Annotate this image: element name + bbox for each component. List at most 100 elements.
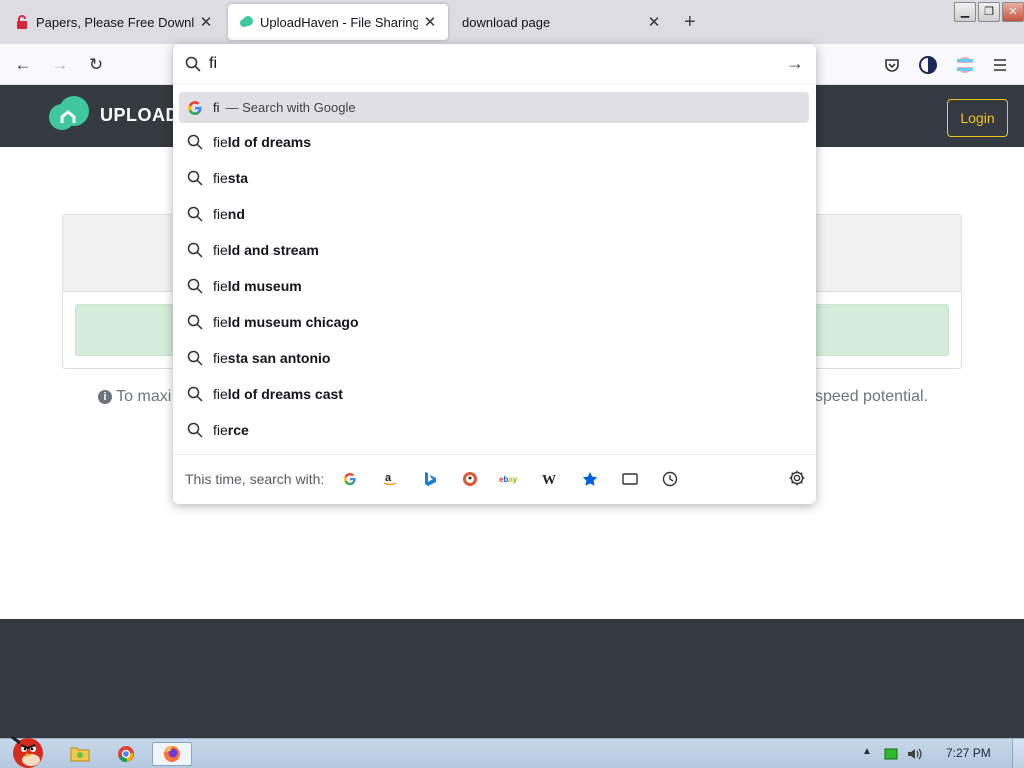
- tab-title: download page: [462, 14, 551, 30]
- ebay-icon[interactable]: ebay: [498, 467, 522, 491]
- menu-icon[interactable]: [992, 57, 1008, 73]
- engines-label: This time, search with:: [185, 470, 325, 487]
- chrome-icon: [118, 746, 134, 763]
- search-suggestion[interactable]: fie ld of dreams: [179, 126, 809, 158]
- search-suggestion[interactable]: fie ld and stream: [179, 234, 809, 266]
- go-button[interactable]: →: [786, 53, 804, 74]
- folder-icon: [70, 747, 90, 762]
- google-icon: [188, 100, 202, 115]
- search-icon: [187, 170, 203, 186]
- bing-icon[interactable]: [418, 467, 442, 491]
- wikipedia-icon[interactable]: W: [538, 467, 562, 491]
- search-suggestion[interactable]: fie ld museum chicago: [179, 306, 809, 338]
- address-input[interactable]: [209, 53, 769, 75]
- taskbar-clock[interactable]: 7:27 PM: [946, 746, 991, 760]
- show-desktop-button[interactable]: [1012, 739, 1024, 768]
- suggestion-completion: sta: [227, 170, 249, 186]
- suggestion-prefix: fie: [213, 206, 228, 222]
- account-avatar-icon[interactable]: [955, 55, 975, 75]
- suggestion-completion: ld of dreams: [227, 134, 312, 150]
- one-off-search-engines: This time, search with: a ebay W: [173, 454, 816, 502]
- search-icon: [187, 278, 203, 294]
- suggestion-prefix: fie: [213, 314, 228, 330]
- suggestion-prefix: fie: [213, 242, 228, 258]
- suggestion-prefix: fie: [213, 350, 228, 366]
- search-icon: [187, 242, 203, 258]
- tab-strip: Papers, Please Free Download ( ✕ UploadH…: [0, 0, 1024, 44]
- new-tab-button[interactable]: +: [684, 11, 696, 34]
- search-suggestion[interactable]: fie sta: [179, 162, 809, 194]
- close-tab-button[interactable]: ✕: [198, 13, 214, 31]
- chrome-button[interactable]: [106, 742, 146, 766]
- suggestion-action: — Search with Google: [225, 100, 356, 115]
- search-icon: [187, 314, 203, 330]
- logo-text: UPLOAD: [100, 104, 179, 125]
- search-icon: [187, 350, 203, 366]
- close-window-button[interactable]: ✕: [1002, 2, 1024, 22]
- tab-title: UploadHaven - File Sharing Ma: [260, 14, 418, 30]
- google-search-suggestion[interactable]: fi — Search with Google: [179, 92, 809, 123]
- search-suggestion[interactable]: fie ld museum: [179, 270, 809, 302]
- search-suggestion[interactable]: fie nd: [179, 198, 809, 230]
- angry-bird-start-icon: [11, 735, 43, 768]
- search-icon: [187, 386, 203, 402]
- amazon-icon[interactable]: a: [378, 467, 402, 491]
- uploadhaven-logo-icon: [49, 96, 89, 130]
- history-icon[interactable]: [658, 467, 682, 491]
- restore-button[interactable]: ❐: [978, 2, 1000, 22]
- info-icon: i: [98, 390, 112, 404]
- suggestion-completion: ld of dreams cast: [227, 386, 343, 402]
- windows-taskbar: ▲ 7:27 PM: [0, 735, 1024, 768]
- firefox-button[interactable]: [152, 742, 192, 766]
- suggestion-completion: nd: [227, 206, 245, 222]
- search-suggestion[interactable]: fie rce: [179, 414, 809, 446]
- suggestion-completion: sta san antonio: [227, 350, 331, 366]
- firefox-icon: [164, 746, 180, 762]
- pocket-icon[interactable]: [883, 56, 901, 74]
- suggestion-completion: rce: [227, 422, 249, 438]
- search-settings-gear-icon[interactable]: [788, 469, 806, 487]
- search-suggestion[interactable]: fie sta san antonio: [179, 342, 809, 374]
- volume-icon[interactable]: [906, 746, 924, 762]
- back-button[interactable]: ←: [12, 54, 34, 76]
- extension-contrast-icon[interactable]: [918, 55, 938, 75]
- file-explorer-button[interactable]: [60, 742, 100, 766]
- suggestion-prefix: fie: [213, 386, 228, 402]
- search-icon: [187, 206, 203, 222]
- tabs-icon[interactable]: [618, 467, 642, 491]
- google-icon[interactable]: [338, 467, 362, 491]
- suggestion-prefix: fie: [213, 170, 228, 186]
- svg-text:ebay: ebay: [499, 475, 518, 484]
- minimize-button[interactable]: ▁: [954, 2, 976, 22]
- search-icon: [187, 422, 203, 438]
- svg-text:a: a: [385, 472, 392, 484]
- duckduckgo-icon[interactable]: [458, 467, 482, 491]
- uploadhaven-cloud-icon: [240, 16, 253, 27]
- svg-text:W: W: [542, 473, 556, 486]
- forward-button[interactable]: →: [49, 54, 71, 76]
- suggestion-prefix: fie: [213, 134, 228, 150]
- suggestion-prefix: fie: [213, 422, 228, 438]
- close-tab-button[interactable]: ✕: [646, 13, 662, 31]
- tray-expand-icon[interactable]: ▲: [862, 746, 872, 757]
- tip-text-end: speed potential.: [815, 388, 928, 405]
- tip-text: To maxi: [116, 388, 172, 405]
- suggestion-completion: ld museum: [227, 278, 302, 294]
- unlock-icon: [17, 15, 27, 29]
- close-tab-button[interactable]: ✕: [422, 13, 438, 31]
- search-icon: [187, 134, 203, 150]
- tab-download-page[interactable]: download page ✕: [452, 4, 672, 40]
- reload-button[interactable]: ↻: [85, 54, 107, 76]
- tab-papers-please[interactable]: Papers, Please Free Download ( ✕: [4, 4, 224, 40]
- suggestion-completion: ld museum chicago: [227, 314, 359, 330]
- search-suggestion[interactable]: fie ld of dreams cast: [179, 378, 809, 410]
- login-button[interactable]: Login: [947, 99, 1008, 137]
- site-logo[interactable]: UPLOAD: [46, 95, 179, 135]
- search-icon: [185, 56, 201, 72]
- bookmarks-icon[interactable]: [578, 467, 602, 491]
- start-button[interactable]: [2, 731, 50, 768]
- tab-uploadhaven[interactable]: UploadHaven - File Sharing Ma ✕: [228, 4, 448, 40]
- battery-icon[interactable]: [884, 748, 898, 760]
- site-footer: [0, 619, 1024, 738]
- suggestion-completion: ld and stream: [227, 242, 319, 258]
